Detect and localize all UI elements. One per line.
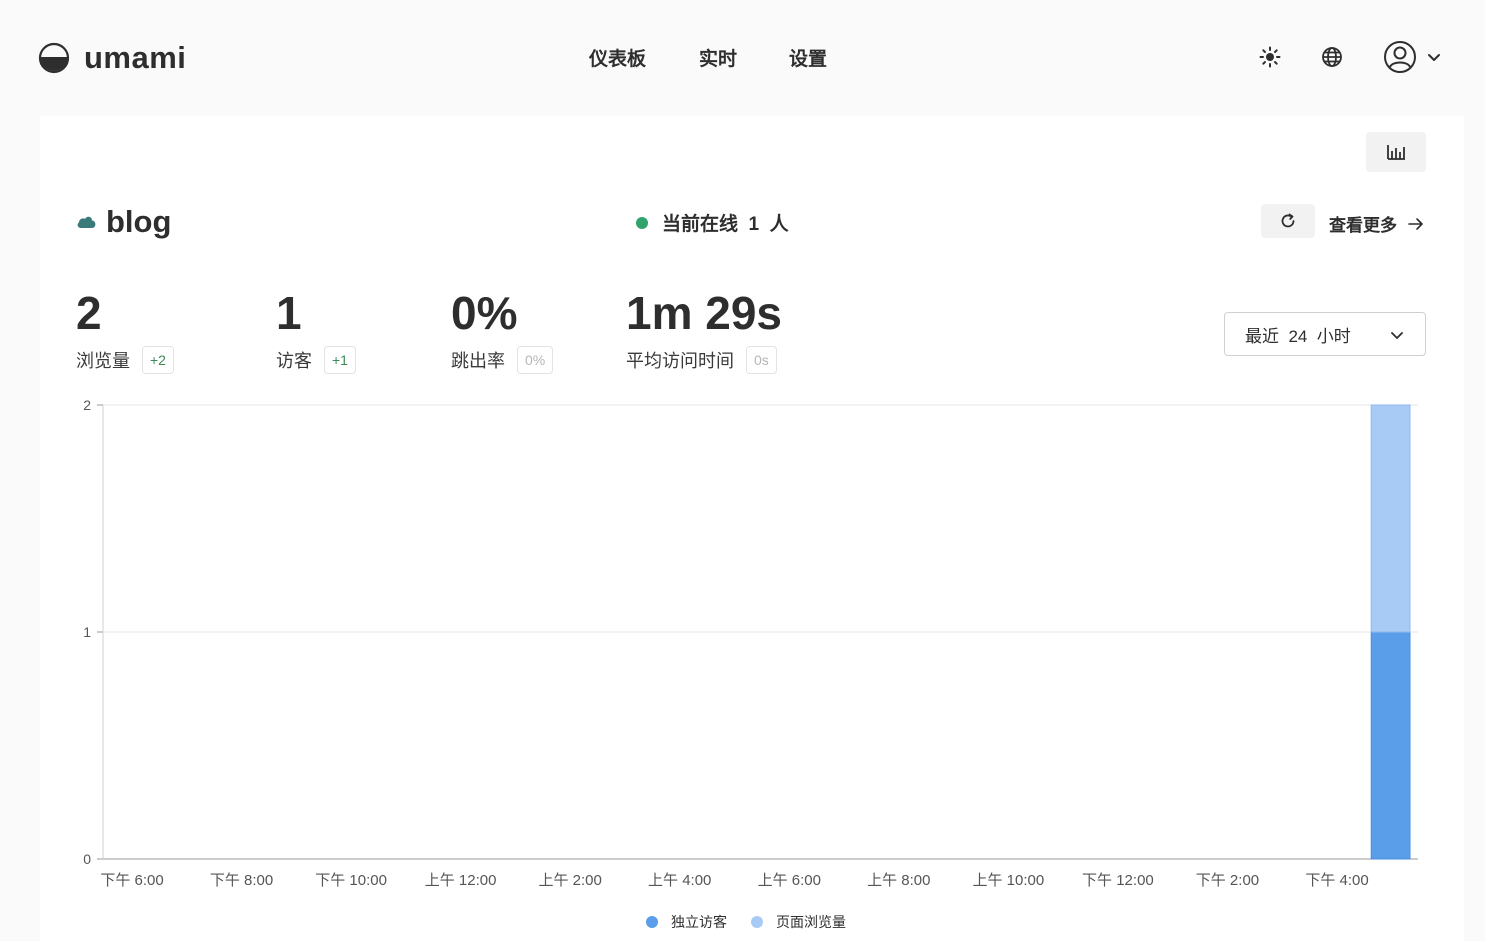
- legend-item-visitors[interactable]: 独立访客: [646, 912, 727, 932]
- view-more-link[interactable]: 查看更多: [1329, 211, 1425, 236]
- metric-label: 浏览量: [76, 351, 130, 371]
- legend-label: 页面浏览量: [776, 914, 846, 930]
- refresh-button[interactable]: [1261, 204, 1315, 238]
- refresh-icon: [1281, 213, 1295, 228]
- metric-bounce-rate: 0% 跳出率 0%: [451, 287, 554, 374]
- date-range-value: 最近 24 小时: [1245, 326, 1351, 346]
- umami-logo[interactable]: umami: [38, 40, 186, 76]
- cloud-icon: [77, 216, 96, 228]
- arrow-right-icon: [1408, 217, 1423, 230]
- sun-icon: [1259, 46, 1281, 68]
- chart-view-button[interactable]: [1366, 132, 1426, 172]
- legend-swatch: [646, 916, 658, 928]
- site-title[interactable]: blog: [76, 204, 171, 240]
- active-users-text: 当前在线 1 人: [662, 214, 789, 235]
- metric-value: 0%: [451, 287, 518, 339]
- nav-settings[interactable]: 设置: [789, 44, 827, 71]
- profile-menu-button[interactable]: [1382, 39, 1444, 75]
- date-range-select[interactable]: 最近 24 小时: [1224, 312, 1426, 356]
- globe-icon: [1322, 47, 1342, 67]
- legend-item-pageviews[interactable]: 页面浏览量: [751, 912, 846, 932]
- view-more-label: 查看更多: [1329, 216, 1397, 235]
- online-status-dot: [636, 216, 648, 229]
- metric-label: 跳出率: [451, 351, 505, 371]
- chevron-down-icon: [1428, 54, 1440, 61]
- legend-swatch: [751, 916, 763, 928]
- user-icon: [1384, 41, 1416, 73]
- brand-name: umami: [84, 40, 187, 75]
- nav-dashboard[interactable]: 仪表板: [589, 44, 646, 71]
- website-panel: blog 当前在线 1 人 查看更多 2 浏览量 +2 1 访客 +1 0% 跳…: [40, 116, 1464, 941]
- metric-change-badge: 0%: [517, 346, 554, 374]
- metric-change-badge: +2: [142, 346, 174, 374]
- metric-value: 2: [76, 287, 102, 339]
- metric-value: 1: [276, 287, 302, 339]
- metric-change-badge: 0s: [746, 346, 777, 374]
- metric-label: 平均访问时间: [626, 351, 734, 371]
- legend-label: 独立访客: [671, 914, 727, 930]
- metric-visitors: 1 访客 +1: [276, 290, 356, 374]
- top-header: umami 仪表板 实时 设置: [0, 0, 1485, 116]
- chevron-down-icon: [1391, 332, 1403, 339]
- metric-value: 1m 29s: [626, 287, 783, 339]
- metric-change-badge: +1: [324, 346, 356, 374]
- nav-realtime[interactable]: 实时: [699, 44, 737, 71]
- metric-avg-visit-time: 1m 29s 平均访问时间 0s: [626, 290, 782, 374]
- metric-pageviews: 2 浏览量 +2: [76, 290, 174, 374]
- site-name: blog: [106, 204, 172, 239]
- active-users[interactable]: 当前在线 1 人: [636, 209, 789, 236]
- metric-label: 访客: [276, 351, 312, 371]
- bar-chart-icon: [1387, 145, 1405, 160]
- theme-toggle-button[interactable]: [1256, 43, 1284, 71]
- chart-legend: 独立访客 页面浏览量: [646, 912, 870, 932]
- language-button[interactable]: [1318, 43, 1346, 71]
- umami-logo-icon: [38, 42, 70, 74]
